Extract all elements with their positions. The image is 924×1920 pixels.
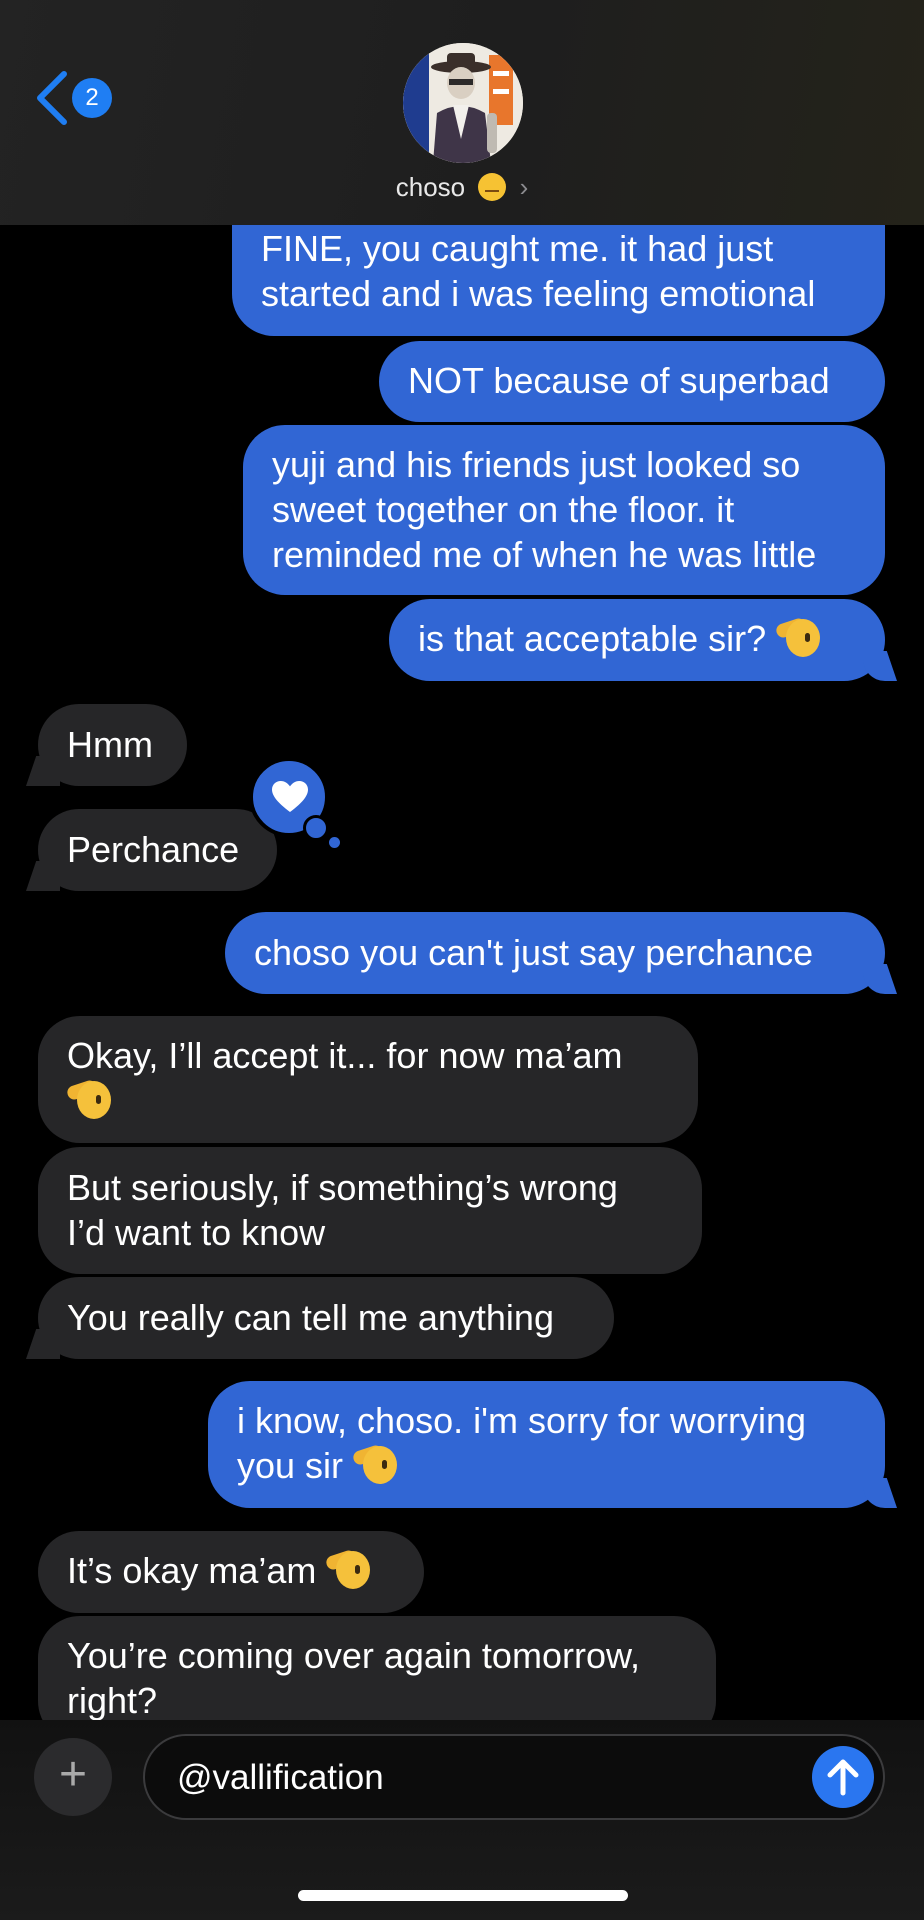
message-line: reminded me of when he was little xyxy=(272,534,817,575)
saluting-face-icon xyxy=(325,1548,371,1591)
message-line: But seriously, if something’s wrong xyxy=(67,1167,618,1208)
message-thread[interactable]: FINE, you caught me. it had just started… xyxy=(0,0,924,1720)
contact-name-row[interactable]: choso › xyxy=(0,172,924,203)
message-line: FINE, you caught me. it had just xyxy=(261,228,774,269)
saluting-face-icon xyxy=(351,1443,398,1486)
chevron-right-icon: › xyxy=(519,172,529,202)
reaction-tail-dot xyxy=(303,815,329,841)
outgoing-message[interactable]: NOT because of superbad xyxy=(379,341,885,422)
heart-reaction-badge[interactable] xyxy=(249,757,340,848)
incoming-message[interactable]: You’re coming over again tomorrow, right… xyxy=(38,1616,716,1720)
message-line: sweet together on the floor. it xyxy=(272,489,735,530)
message-input[interactable] xyxy=(175,1752,739,1804)
outgoing-message[interactable]: i know, choso. i'm sorry for worrying yo… xyxy=(208,1381,885,1508)
reaction-tail-dot xyxy=(329,837,340,848)
message-input-container[interactable] xyxy=(143,1734,885,1820)
message-text: choso you can't just say perchance xyxy=(254,932,814,973)
contact-name: choso xyxy=(395,172,466,202)
chevron-left-icon xyxy=(37,71,67,125)
message-line: I’d want to know xyxy=(67,1212,326,1253)
contact-avatar[interactable] xyxy=(403,43,523,163)
add-attachment-button[interactable]: + xyxy=(34,1738,112,1816)
outgoing-message[interactable]: is that acceptable sir? xyxy=(389,599,885,681)
home-indicator[interactable] xyxy=(298,1890,628,1901)
incoming-message[interactable]: Hmm xyxy=(38,704,187,786)
pensive-face-icon xyxy=(478,173,507,201)
message-line: you sir xyxy=(237,1445,344,1486)
message-text: Hmm xyxy=(67,724,153,765)
arrow-up-icon xyxy=(827,1759,859,1796)
message-line: i know, choso. i'm sorry for worrying xyxy=(237,1400,807,1441)
message-line: right? xyxy=(67,1680,158,1720)
send-button[interactable] xyxy=(812,1746,874,1808)
outgoing-message[interactable]: choso you can't just say perchance xyxy=(225,912,885,994)
message-text: It’s okay ma’am xyxy=(67,1550,317,1591)
message-line: You’re coming over again tomorrow, xyxy=(67,1635,640,1676)
message-line: started and i was feeling emotional xyxy=(261,273,816,314)
saluting-face-icon xyxy=(774,616,821,659)
conversation-header: 2 choso › xyxy=(0,0,924,225)
avatar-image xyxy=(403,43,523,163)
incoming-message[interactable]: Perchance xyxy=(38,809,277,891)
incoming-message[interactable]: But seriously, if something’s wrong I’d … xyxy=(38,1147,702,1274)
incoming-message[interactable]: It’s okay ma’am xyxy=(38,1531,424,1613)
incoming-message[interactable]: Okay, I’ll accept it... for now ma’am xyxy=(38,1016,698,1143)
outgoing-message[interactable]: FINE, you caught me. it had just started… xyxy=(232,220,885,336)
message-text: Perchance xyxy=(67,829,240,870)
message-text: is that acceptable sir? xyxy=(418,618,767,659)
message-line: yuji and his friends just looked so xyxy=(272,444,801,485)
message-line: NOT because of superbad xyxy=(408,360,830,401)
back-button[interactable]: 2 xyxy=(34,70,124,130)
message-line: Okay, I’ll accept it... for now ma’am xyxy=(67,1035,623,1076)
unread-count-badge: 2 xyxy=(72,78,112,118)
message-text: You really can tell me anything xyxy=(67,1297,554,1338)
outgoing-message[interactable]: yuji and his friends just looked so swee… xyxy=(243,425,885,595)
saluting-face-icon xyxy=(65,1078,111,1121)
heart-icon xyxy=(272,781,308,812)
incoming-message[interactable]: You really can tell me anything xyxy=(38,1277,614,1359)
